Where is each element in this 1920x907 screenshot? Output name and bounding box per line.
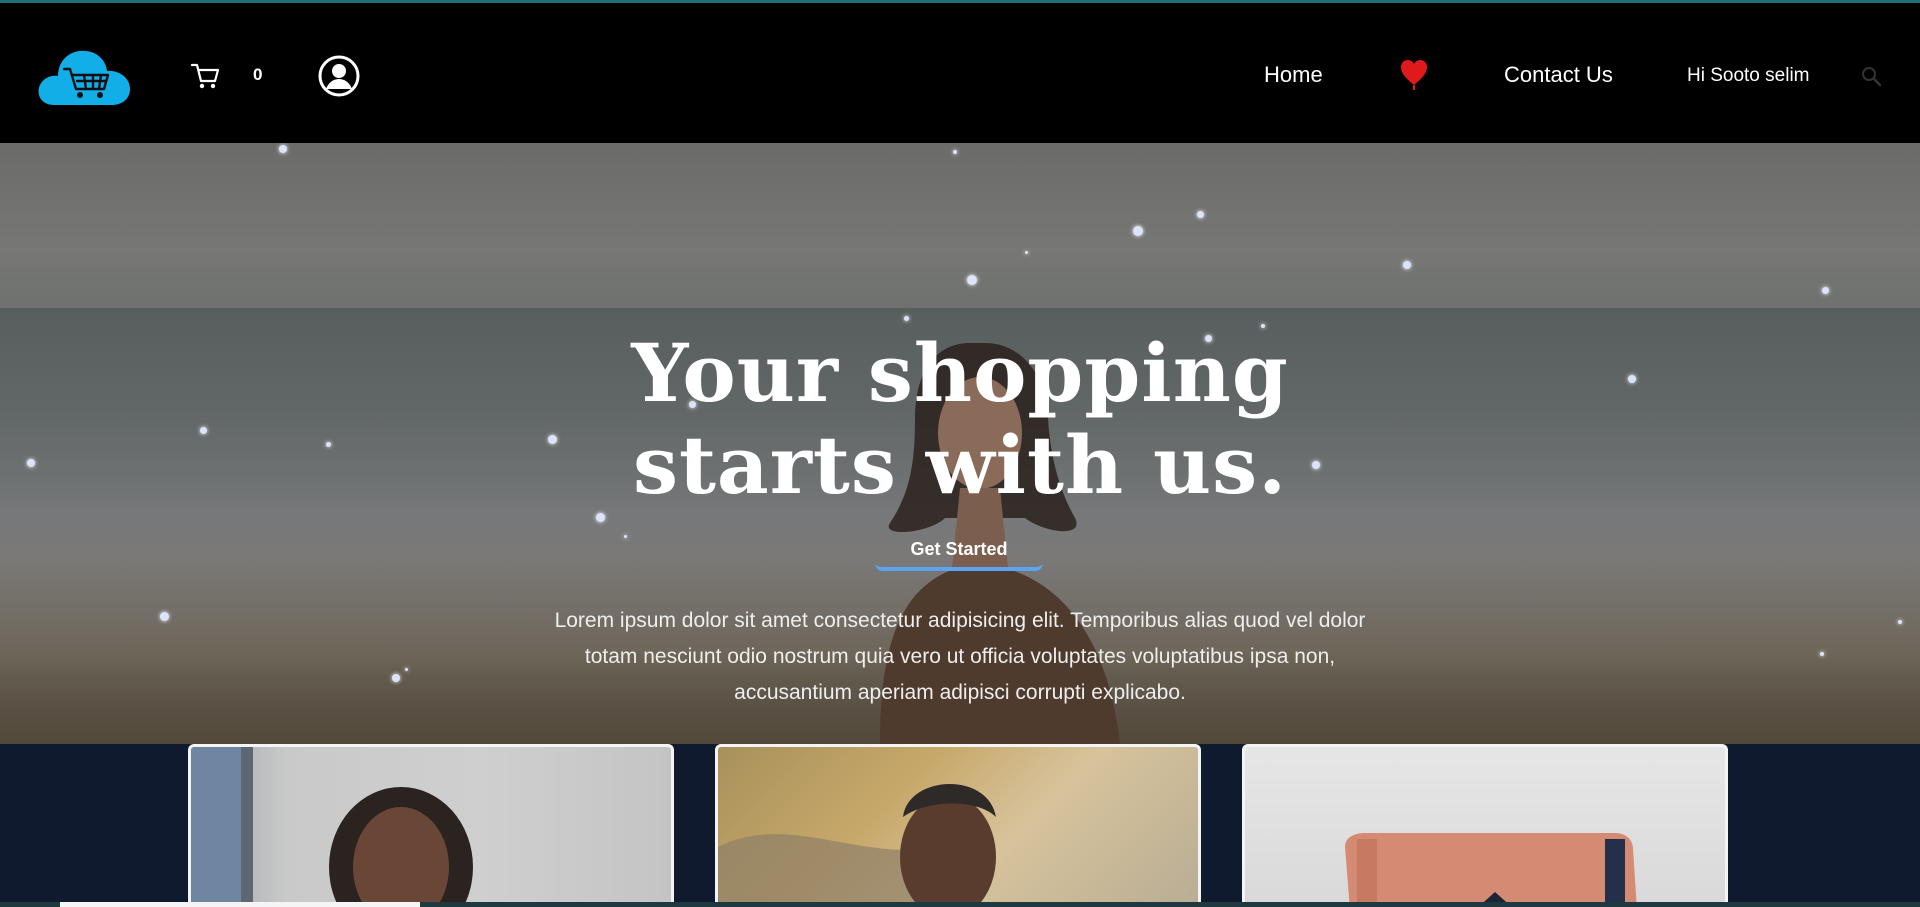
hero-particle xyxy=(279,145,287,153)
hero-particle xyxy=(160,612,169,621)
hero-particle xyxy=(904,316,909,321)
hero-particle xyxy=(1898,620,1902,624)
user-greeting[interactable]: Hi Sooto selim xyxy=(1687,65,1810,87)
hero-particle xyxy=(1822,287,1829,294)
search-icon[interactable] xyxy=(1860,65,1882,87)
category-card[interactable] xyxy=(188,744,674,907)
category-cards xyxy=(0,744,1920,907)
hero-particle xyxy=(624,535,627,538)
hero-particle xyxy=(967,275,977,285)
hero-particle xyxy=(953,150,957,154)
category-card[interactable] xyxy=(1242,744,1728,907)
hero-particle xyxy=(1025,251,1028,254)
hero-description: Lorem ipsum dolor sit amet consectetur a… xyxy=(554,609,1366,704)
hero-title: Your shopping starts with us. xyxy=(0,327,1920,511)
heart-icon[interactable] xyxy=(1400,59,1428,91)
hero-particle xyxy=(1197,211,1204,218)
hero-particle xyxy=(1820,652,1824,656)
hero-particle xyxy=(392,674,400,682)
nav-home-link[interactable]: Home xyxy=(1264,62,1323,88)
card-image-woman xyxy=(191,747,473,907)
hero-particle xyxy=(405,668,408,671)
user-circle-icon[interactable] xyxy=(318,55,360,97)
hero-banner: Your shopping starts with us. Get Starte… xyxy=(0,143,1920,744)
card-image-man xyxy=(718,783,996,907)
nav-contact-link[interactable]: Contact Us xyxy=(1504,62,1613,88)
cart-count-badge: 0 xyxy=(253,65,263,84)
hero-title-line-2: starts with us. xyxy=(632,418,1288,512)
hero-particle xyxy=(1133,226,1143,236)
horizontal-scrollbar[interactable] xyxy=(0,902,1920,907)
hero-title-line-1: Your shopping xyxy=(631,326,1289,420)
hero-particle xyxy=(1403,261,1411,269)
hero-particle xyxy=(596,513,605,522)
scrollbar-thumb[interactable] xyxy=(60,902,420,907)
navbar: 0 Home Contact Us Hi Sooto selim xyxy=(0,3,1920,143)
get-started-button[interactable]: Get Started xyxy=(875,531,1043,571)
cloud-cart-logo-icon[interactable] xyxy=(36,41,134,107)
category-card[interactable] xyxy=(715,744,1201,907)
card-image-bag xyxy=(1345,833,1637,907)
cart-icon[interactable] xyxy=(190,61,220,91)
